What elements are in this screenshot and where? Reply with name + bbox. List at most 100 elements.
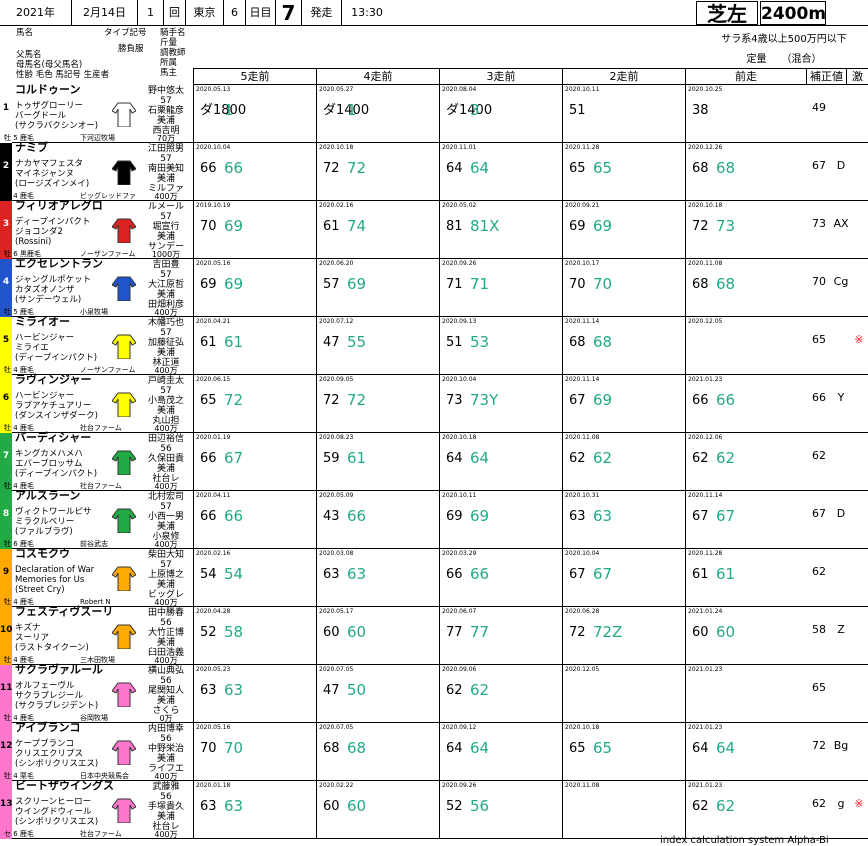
past-speed: 63 <box>593 507 613 525</box>
kai-number: 1 <box>138 0 164 26</box>
past-date: 2020.11.01 <box>442 144 477 151</box>
past-race: 2020.03.29 66 66 <box>439 549 562 606</box>
past-speed: 66 <box>470 565 490 583</box>
past-date: 2020.11.14 <box>565 318 600 325</box>
hosei-value: 72 <box>812 739 826 752</box>
hosei-value: 58 <box>812 623 826 636</box>
col-4: 4走前 <box>316 69 439 85</box>
past-index: 65 <box>200 393 217 408</box>
past-speed: 66 <box>224 159 244 177</box>
past-index: 61 <box>323 219 340 234</box>
trainer: 上原博之 <box>147 570 184 580</box>
past-speed: 68 <box>716 275 736 293</box>
past-date: 2020.05.02 <box>442 202 477 209</box>
trainer: 大江原哲 <box>147 280 184 290</box>
past-date: 2020.11.08 <box>688 260 723 267</box>
hosei-value: 70 <box>812 275 826 288</box>
hosei-value: 62 <box>812 565 826 578</box>
past-speed: 74 <box>347 217 367 235</box>
index-mark: Bg <box>833 739 849 752</box>
jockey: 田辺裕信 <box>147 434 184 444</box>
past-race: 2020.07.05 68 68 <box>316 723 439 780</box>
race-condition: サラ系4歳以上500万円以下 <box>721 34 847 45</box>
past-date: 2020.10.18 <box>688 202 723 209</box>
past-race: 2020.10.18 72 73 <box>685 201 808 258</box>
past-race: 2020.05.16 69 69 <box>193 259 316 316</box>
past-race: 2020.12.26 68 68 <box>685 143 808 200</box>
past-race: 2020.02.16 54 54 <box>193 549 316 606</box>
past-index: 62 <box>446 683 463 698</box>
past-index: 63 <box>200 683 217 698</box>
past-speed: 67 <box>716 507 736 525</box>
dam-sire: (ディープインパクト) <box>15 353 98 363</box>
jockey: 江田照男 <box>147 144 184 154</box>
jockey: 内田博幸 <box>147 724 184 734</box>
past-index: 72 <box>569 625 586 640</box>
past-date: 2020.09.21 <box>565 202 600 209</box>
past-index: 60 <box>692 625 709 640</box>
past-race: 2020.01.19 66 67 <box>193 433 316 490</box>
index-mark: AX <box>833 217 849 230</box>
past-index: 72 <box>692 219 709 234</box>
past-index: 65 <box>569 161 586 176</box>
past-speed: 70 <box>593 275 613 293</box>
past-index: 69 <box>446 509 463 524</box>
dam-sire: (ディープインパクト) <box>15 469 98 479</box>
label-horse-name: 馬名 <box>16 28 34 38</box>
past-race: 2020.05.23 63 63 <box>193 665 316 722</box>
horse-name: ビートザウイングス <box>15 779 114 792</box>
past-date: 2020.05.16 <box>196 260 231 267</box>
past-race: 2021.01.23 66 66 <box>685 375 808 432</box>
horse-row: 5 ミライオー ハービンジャー ミライエ (ディープインパクト) 牡 4 鹿毛 ノーザンファ… <box>0 315 868 375</box>
index-mark: g <box>837 797 845 810</box>
jockey: 戸崎圭太 <box>147 376 184 386</box>
past-date: 2020.06.28 <box>565 608 600 615</box>
past-date: 2020.10.18 <box>319 144 354 151</box>
location: 美浦 <box>156 522 175 532</box>
race-number: 7 <box>276 0 302 26</box>
past-index: 52 <box>446 799 463 814</box>
past-date: 2020.10.17 <box>565 260 600 267</box>
weight: 57 <box>160 154 172 164</box>
location: 美浦 <box>156 174 175 184</box>
past-speed: 55 <box>347 333 367 351</box>
sire-name: ジャングルポケット <box>15 275 92 285</box>
jockey: 田中勝春 <box>147 608 184 618</box>
sire-name: ハービンジャー <box>15 391 75 401</box>
past-index: 65 <box>569 741 586 756</box>
past-race: 2020.11.14 67 67 <box>685 491 808 548</box>
start-label: 発走 <box>302 0 342 26</box>
teiryo: 定量 <box>746 54 767 65</box>
past-date: 2020.10.31 <box>565 492 600 499</box>
silks-icon <box>111 797 137 824</box>
dam-sire: (ファルブラヴ) <box>15 527 73 537</box>
dam-sire: (Street Cry) <box>15 585 65 595</box>
past-index: 67 <box>692 509 709 524</box>
hosei-value: 73 <box>812 217 826 230</box>
past-speed: 81X <box>470 217 500 235</box>
horse-name: ラヴィンジャー <box>15 373 92 386</box>
past-date: 2020.10.04 <box>442 376 477 383</box>
past-race: 2020.04.21 61 61 <box>193 317 316 374</box>
past-race: 2020.06.15 65 72 <box>193 375 316 432</box>
weight: 56 <box>160 618 172 628</box>
past-race: 2020.12.05 <box>562 665 685 722</box>
past-index: 66 <box>692 393 709 408</box>
breeder: 社台ファーム <box>80 830 122 838</box>
horse-name: ミライオー <box>15 315 70 328</box>
past-index: 66 <box>200 509 217 524</box>
past-date: 2020.09.26 <box>442 260 477 267</box>
horse-name: アイブランコ <box>15 721 81 734</box>
horse-name: フィリオアレグロ <box>15 199 103 212</box>
past-index: 47 <box>323 683 340 698</box>
past-race: 2020.09.26 71 71 <box>439 259 562 316</box>
horse-name: コスモクウ <box>15 547 70 560</box>
past-speed: 58 <box>224 623 244 641</box>
horse-name: バーディシャー <box>15 431 92 444</box>
past-race: 2020.10.04 67 67 <box>562 549 685 606</box>
past-speed: 68 <box>347 739 367 757</box>
col-3: 3走前 <box>439 69 562 85</box>
past-date: 2020.05.09 <box>319 492 354 499</box>
weight: 57 <box>160 328 172 338</box>
past-speed: 72 <box>347 391 367 409</box>
